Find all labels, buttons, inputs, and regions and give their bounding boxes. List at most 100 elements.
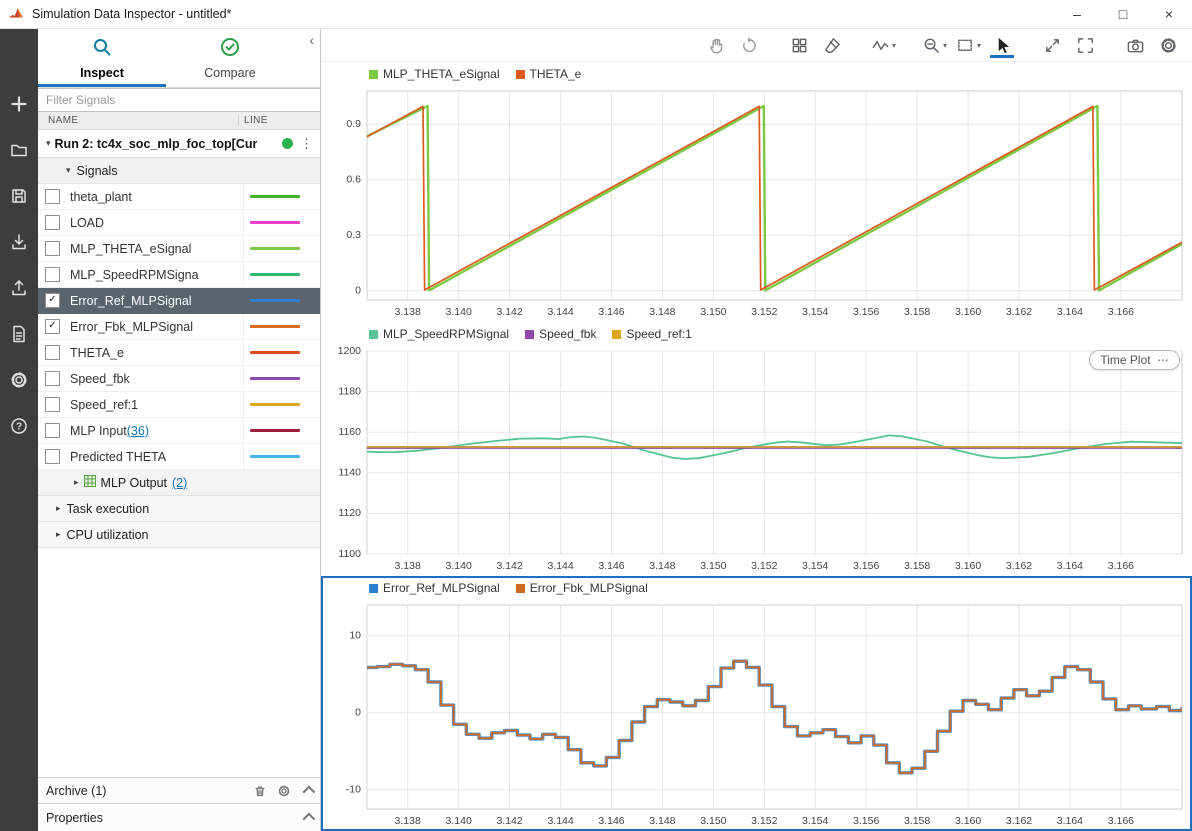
subplot-layout-icon[interactable] [788, 32, 812, 58]
filter-signals-input[interactable] [38, 88, 320, 112]
chevron-up-icon[interactable] [303, 786, 316, 799]
caret-down-icon[interactable]: ▾ [46, 138, 51, 149]
signal-checkbox[interactable] [45, 449, 60, 464]
preferences-gear-icon[interactable] [6, 367, 32, 393]
archive-label: Archive (1) [46, 784, 106, 798]
archive-gear-icon[interactable] [277, 784, 291, 798]
snapshot-camera-icon[interactable] [1123, 32, 1147, 58]
tab-inspect[interactable]: Inspect [38, 29, 166, 87]
signal-row[interactable]: MLP_SpeedRPMSigna [38, 262, 320, 288]
legend-item[interactable]: Speed_ref:1 [612, 327, 691, 341]
legend-label: Error_Ref_MLPSignal [383, 581, 500, 595]
signal-name: MLP_SpeedRPMSigna [66, 268, 243, 282]
signals-group-row[interactable]: ▾ Signals [38, 158, 320, 184]
signal-checkbox[interactable] [45, 345, 60, 360]
signal-list: theta_plantLOADMLP_THETA_eSignal MLP_Spee… [38, 184, 320, 470]
signal-checkbox[interactable] [45, 189, 60, 204]
signal-checkbox[interactable] [45, 267, 60, 282]
maximize-button[interactable]: □ [1100, 0, 1146, 28]
signal-row[interactable]: ✓Error_Ref_MLPSignal [38, 288, 320, 314]
signal-checkbox[interactable] [45, 397, 60, 412]
error-plot-canvas[interactable]: 3.1383.1403.1423.1443.1463.1483.1503.152… [321, 600, 1192, 831]
run-row[interactable]: ▾ Run 2: tc4x_soc_mlp_foc_top[Cur ⋮ [38, 130, 320, 158]
svg-text:-10: -10 [346, 784, 361, 796]
speed-plot-canvas[interactable]: 3.1383.1403.1423.1443.1463.1483.1503.152… [321, 346, 1192, 576]
caret-right-icon[interactable]: ▸ [74, 477, 79, 488]
error-plot[interactable]: Error_Ref_MLPSignal Error_Fbk_MLPSignal 3… [321, 576, 1192, 831]
fullscreen-icon[interactable] [1073, 32, 1097, 58]
zoom-out-icon[interactable]: ▾ [922, 32, 947, 58]
signal-line-swatch [250, 299, 300, 302]
collapse-sidebar-icon[interactable]: ‹ [309, 33, 314, 47]
signal-checkbox[interactable] [45, 371, 60, 386]
section-task-execution[interactable]: ▸ Task execution [38, 496, 320, 522]
column-line: LINE [238, 115, 320, 126]
save-icon[interactable] [6, 183, 32, 209]
signal-checkbox[interactable] [45, 215, 60, 230]
svg-text:0.3: 0.3 [346, 229, 361, 241]
signal-checkbox[interactable]: ✓ [45, 319, 60, 334]
help-icon[interactable]: ? [6, 413, 32, 439]
legend-swatch [369, 330, 378, 339]
signal-row[interactable]: LOAD [38, 210, 320, 236]
theta-plot[interactable]: MLP_THETA_eSignal THETA_e 3.1383.1403.142… [321, 62, 1192, 322]
mlp-output-row[interactable]: ▸ MLP Output (2) [38, 470, 320, 496]
pan-hand-icon[interactable] [705, 32, 729, 58]
signal-row[interactable]: THETA_e [38, 340, 320, 366]
chevron-up-icon[interactable] [303, 813, 316, 826]
speed-plot[interactable]: MLP_SpeedRPMSignal Speed_fbk Speed_ref:1 3… [321, 322, 1192, 576]
time-plot-badge[interactable]: Time Plot ••• [1089, 350, 1180, 370]
caret-down-icon[interactable]: ▾ [66, 165, 71, 176]
svg-text:3.158: 3.158 [904, 560, 930, 572]
signal-checkbox[interactable] [45, 241, 60, 256]
signal-checkbox[interactable] [45, 423, 60, 438]
signal-line-cell [243, 340, 320, 365]
signal-row[interactable]: ✓Error_Fbk_MLPSignal [38, 314, 320, 340]
signal-row[interactable]: Speed_fbk [38, 366, 320, 392]
svg-text:3.164: 3.164 [1057, 306, 1083, 318]
signal-tree: ▾ Run 2: tc4x_soc_mlp_foc_top[Cur ⋮ ▾ Si… [38, 130, 320, 777]
section-cpu-utilization[interactable]: ▸ CPU utilization [38, 522, 320, 548]
export-icon[interactable] [6, 275, 32, 301]
properties-row[interactable]: Properties [38, 803, 320, 831]
legend-item[interactable]: Error_Fbk_MLPSignal [516, 581, 648, 595]
report-icon[interactable] [6, 321, 32, 347]
svg-text:3.140: 3.140 [446, 560, 472, 572]
archive-row[interactable]: Archive (1) [38, 777, 320, 803]
signal-row[interactable]: MLP_THETA_eSignal [38, 236, 320, 262]
signal-trace-icon[interactable]: ▾ [871, 32, 896, 58]
signal-row[interactable]: MLP Input(36) [38, 418, 320, 444]
theta-plot-canvas[interactable]: 3.1383.1403.1423.1443.1463.1483.1503.152… [321, 86, 1192, 322]
close-button[interactable]: × [1146, 0, 1192, 28]
signal-row[interactable]: theta_plant [38, 184, 320, 210]
open-folder-icon[interactable] [6, 137, 32, 163]
mlp-output-count-link[interactable]: (2) [172, 476, 187, 490]
kebab-menu-icon[interactable]: ⋮ [293, 136, 320, 152]
zoom-region-icon[interactable]: ▾ [956, 32, 981, 58]
signal-count-link[interactable]: (36) [127, 424, 149, 438]
caret-right-icon[interactable]: ▸ [56, 529, 61, 540]
legend-swatch [612, 330, 621, 339]
import-icon[interactable] [6, 229, 32, 255]
svg-text:0.9: 0.9 [346, 118, 361, 130]
signal-checkbox[interactable]: ✓ [45, 293, 60, 308]
caret-right-icon[interactable]: ▸ [56, 503, 61, 514]
svg-text:3.156: 3.156 [853, 560, 879, 572]
signal-row[interactable]: Predicted THETA [38, 444, 320, 470]
legend-item[interactable]: Error_Ref_MLPSignal [369, 581, 500, 595]
legend-item[interactable]: Speed_fbk [525, 327, 596, 341]
signal-row[interactable]: Speed_ref:1 [38, 392, 320, 418]
trash-icon[interactable] [253, 784, 267, 798]
pointer-cursor-icon[interactable] [990, 32, 1014, 58]
plot-settings-gear-icon[interactable] [1156, 32, 1180, 58]
brush-eraser-icon[interactable] [821, 32, 845, 58]
more-dots-icon[interactable]: ••• [1158, 356, 1169, 365]
replay-icon[interactable] [738, 32, 762, 58]
minimize-button[interactable]: – [1054, 0, 1100, 28]
fit-to-view-icon[interactable] [1040, 32, 1064, 58]
tab-compare[interactable]: Compare [166, 29, 294, 87]
add-icon[interactable] [6, 91, 32, 117]
legend-item[interactable]: MLP_THETA_eSignal [369, 67, 500, 81]
legend-item[interactable]: MLP_SpeedRPMSignal [369, 327, 509, 341]
legend-item[interactable]: THETA_e [516, 67, 582, 81]
